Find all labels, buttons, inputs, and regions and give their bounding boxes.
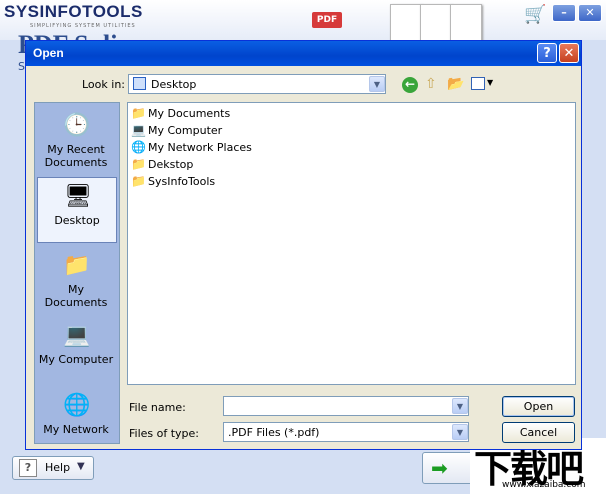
chevron-down-icon: ▼ <box>77 461 85 472</box>
document-art <box>450 4 482 44</box>
place-label: Desktop <box>54 214 100 227</box>
views-icon[interactable] <box>471 77 485 90</box>
help-icon: ? <box>19 459 37 477</box>
computer-icon: 💻 <box>131 123 146 137</box>
cancel-button[interactable]: Cancel <box>502 422 575 443</box>
place-my-network[interactable]: 🌐 My Network <box>37 387 117 443</box>
place-label: My Documents <box>44 283 108 309</box>
open-button[interactable]: Open <box>502 396 575 417</box>
file-label: My Computer <box>148 124 223 137</box>
files-of-type-label: Files of type: <box>129 427 200 440</box>
places-bar: 🕒 My Recent Documents 🖥 Desktop 📁 My Doc… <box>34 102 120 444</box>
help-label: Help <box>45 461 71 474</box>
look-in-value: Desktop <box>151 78 197 91</box>
place-my-computer[interactable]: 💻 My Computer <box>37 317 117 383</box>
file-name-input[interactable]: ▼ <box>223 396 469 416</box>
folder-icon: 📁 <box>131 174 146 188</box>
chevron-down-icon[interactable]: ▼ <box>452 424 468 440</box>
file-label: SysInfoTools <box>148 175 216 188</box>
pdf-tag: PDF <box>312 12 342 28</box>
back-icon[interactable]: ← <box>402 77 418 93</box>
watermark-url: www.xiazaiba.com <box>502 480 586 490</box>
place-my-documents[interactable]: 📁 My Documents <box>37 247 117 313</box>
place-label: My Recent Documents <box>44 143 108 169</box>
open-dialog: Open ? ✕ Look in: Desktop ▼ ← ⇧ 📂 ▼ 🕒 My… <box>25 40 582 450</box>
place-desktop[interactable]: 🖥 Desktop <box>37 177 117 243</box>
look-in-label: Look in: <box>82 78 125 91</box>
network-icon: 🌐 <box>63 393 91 418</box>
cart-icon[interactable]: 🛒 <box>524 4 546 25</box>
files-of-type-dropdown[interactable]: .PDF Files (*.pdf) ▼ <box>223 422 469 442</box>
file-name-label: File name: <box>129 401 186 414</box>
chevron-down-icon[interactable]: ▼ <box>487 78 493 87</box>
folder-icon: 📁 <box>131 157 146 171</box>
place-label: My Network <box>43 423 109 436</box>
look-in-dropdown[interactable]: Desktop ▼ <box>128 74 386 94</box>
help-button[interactable]: ? Help ▼ <box>12 456 94 480</box>
file-label: My Documents <box>148 107 231 120</box>
files-of-type-value: .PDF Files (*.pdf) <box>228 426 320 439</box>
app-subtitle: S <box>18 60 25 73</box>
dialog-close-button[interactable]: ✕ <box>559 43 579 63</box>
network-icon: 🌐 <box>131 140 146 154</box>
close-button[interactable]: ✕ <box>578 4 602 22</box>
dialog-help-button[interactable]: ? <box>537 43 557 63</box>
computer-icon: 💻 <box>63 323 91 348</box>
desktop-icon <box>133 77 146 90</box>
sysinfotools-logo: SYSINFOTOOLS <box>4 2 143 21</box>
my-documents-icon: 📁 <box>131 106 146 120</box>
my-documents-icon: 📁 <box>63 253 91 278</box>
file-label: Dekstop <box>148 158 194 171</box>
chevron-down-icon[interactable]: ▼ <box>369 76 385 92</box>
file-label: My Network Places <box>148 141 252 154</box>
up-folder-icon[interactable]: ⇧ <box>425 76 437 92</box>
document-art <box>420 4 452 44</box>
place-my-recent-documents[interactable]: 🕒 My Recent Documents <box>37 107 117 173</box>
new-folder-icon[interactable]: 📂 <box>447 76 464 92</box>
logo-tagline: SIMPLIFYING SYSTEM UTILITIES <box>30 23 136 29</box>
document-art <box>390 4 422 44</box>
dialog-titlebar[interactable]: Open ? ✕ <box>26 41 581 66</box>
arrow-right-icon: ➡ <box>431 456 448 480</box>
place-label: My Computer <box>38 353 114 366</box>
chevron-down-icon[interactable]: ▼ <box>452 398 468 414</box>
desktop-icon: 🖥 <box>64 184 92 209</box>
recent-documents-icon: 🕒 <box>63 113 91 138</box>
minimize-button[interactable]: – <box>552 4 576 22</box>
dialog-title: Open <box>33 46 64 60</box>
file-list[interactable]: 📁 My Documents 💻 My Computer 🌐 My Networ… <box>127 102 576 385</box>
